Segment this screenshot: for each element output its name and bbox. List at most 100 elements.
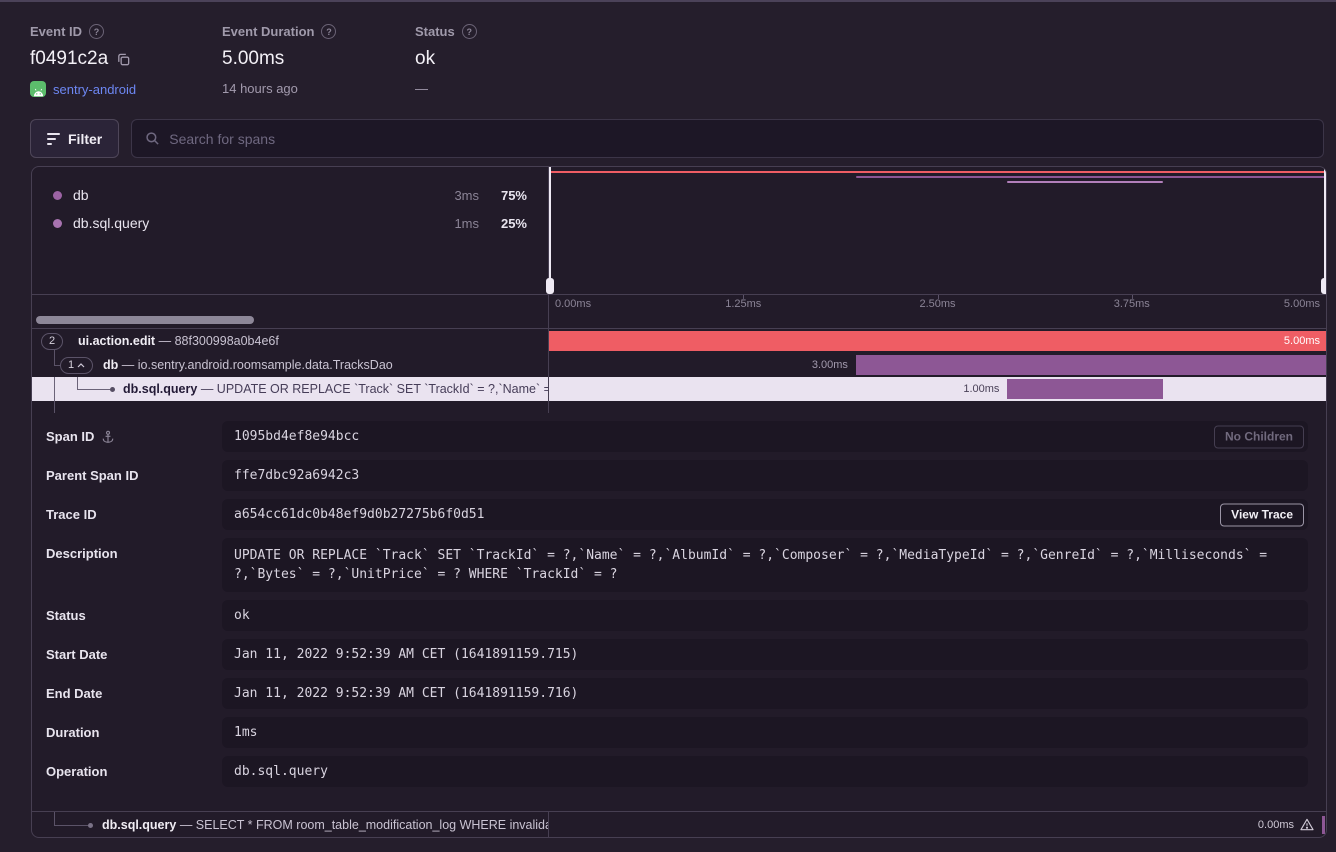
span-row-ui-action-edit[interactable]: 2 ui.action.edit — 88f300998a0b4e6f 5.00… <box>32 329 1326 353</box>
tree-connector <box>54 812 55 826</box>
span-duration-bar[interactable] <box>856 355 1326 375</box>
detail-label: Trace ID <box>46 507 97 522</box>
event-duration-label-text: Event Duration <box>222 24 314 39</box>
children-count-badge[interactable]: 2 <box>41 333 63 350</box>
tree-connector <box>54 377 55 401</box>
page-top-border <box>0 0 1336 2</box>
project-link[interactable]: sentry-android <box>53 82 136 97</box>
detail-label: Status <box>46 608 86 623</box>
event-id-column: Event ID ? f0491c2a s <box>30 24 136 97</box>
detail-row-description: Description UPDATE OR REPLACE `Track` SE… <box>32 538 1326 592</box>
trace-minimap[interactable] <box>549 167 1326 294</box>
legend-op-name: db <box>73 187 419 203</box>
span-row-db-sql-query-selected[interactable]: db.sql.query — UPDATE OR REPLACE `Track`… <box>32 377 1326 401</box>
legend-op-time: 1ms <box>419 216 479 231</box>
chevron-up-icon <box>77 363 85 368</box>
span-op: ui.action.edit <box>78 334 155 348</box>
axis-label: 3.75ms <box>1114 298 1150 310</box>
axis-label: 1.25ms <box>725 298 761 310</box>
duration-value: 1ms <box>222 717 1308 748</box>
tree-connector <box>54 401 55 413</box>
trace-id-value: a654cc61dc0b48ef9d0b27275b6f0d51 View Tr… <box>222 499 1308 530</box>
copy-icon[interactable] <box>116 52 131 67</box>
detail-label: End Date <box>46 686 102 701</box>
help-icon[interactable]: ? <box>321 24 336 39</box>
warning-icon <box>1300 818 1314 831</box>
event-id-label: Event ID ? <box>30 24 136 39</box>
filter-button-label: Filter <box>68 131 102 147</box>
detail-row-status: Status ok <box>32 600 1326 631</box>
span-row-db-sql-query-select[interactable]: db.sql.query — SELECT * FROM room_table_… <box>32 811 1326 837</box>
minimap-span-ui-action-edit <box>549 171 1326 173</box>
anchor-icon[interactable] <box>101 430 115 447</box>
spans-toolbar: Filter <box>30 119 1324 158</box>
time-axis-row: 0.00ms 1.25ms 2.50ms 3.75ms 5.00ms <box>32 294 1326 312</box>
event-duration-value: 5.00ms <box>222 48 284 70</box>
filter-button[interactable]: Filter <box>30 119 119 158</box>
status-value-box: ok <box>222 600 1308 631</box>
legend-item-db-sql-query[interactable]: db.sql.query 1ms 25% <box>53 209 527 237</box>
legend-item-db[interactable]: db 3ms 75% <box>53 181 527 209</box>
legend-dot-icon <box>53 219 62 228</box>
detail-label: Span ID <box>46 429 94 444</box>
detail-label: Duration <box>46 725 99 740</box>
status-value: ok <box>415 48 435 70</box>
axis-label: 2.50ms <box>919 298 955 310</box>
event-id-value: f0491c2a <box>30 48 108 70</box>
children-count-badge[interactable]: 1 <box>60 357 93 374</box>
tree-scrollbar-thumb[interactable] <box>36 316 254 324</box>
view-trace-button[interactable]: View Trace <box>1220 503 1304 526</box>
tree-connector <box>54 353 55 365</box>
legend-op-percent: 25% <box>479 216 527 231</box>
span-duration-label: 1.00ms <box>963 379 999 399</box>
minimap-span-db <box>856 176 1326 178</box>
detail-label: Start Date <box>46 647 107 662</box>
status-http-code: — <box>415 81 428 96</box>
tree-scrollbar-track <box>32 312 549 328</box>
minimap-left-handle[interactable] <box>549 167 551 294</box>
span-id-value: 1095bd4ef8e94bcc No Children <box>222 421 1308 452</box>
event-duration-label: Event Duration ? <box>222 24 336 39</box>
time-axis: 0.00ms 1.25ms 2.50ms 3.75ms 5.00ms <box>549 295 1326 312</box>
span-details-page: Event ID ? f0491c2a s <box>0 0 1336 852</box>
span-duration-bar[interactable]: 5.00ms <box>549 331 1326 351</box>
tree-connector <box>77 389 110 390</box>
tree-connector <box>54 825 88 826</box>
operations-legend: db 3ms 75% db.sql.query 1ms 25% <box>32 167 549 294</box>
detail-row-trace-id: Trace ID a654cc61dc0b48ef9d0b27275b6f0d5… <box>32 499 1326 530</box>
filter-icon <box>47 133 60 145</box>
minimap-span-db-sql-query <box>1007 181 1162 183</box>
detail-row-end-date: End Date Jan 11, 2022 9:52:39 AM CET (16… <box>32 678 1326 709</box>
search-icon <box>145 131 160 146</box>
legend-dot-icon <box>53 191 62 200</box>
axis-label: 5.00ms <box>1284 298 1320 310</box>
minimap-section: db 3ms 75% db.sql.query 1ms 25% <box>32 167 1326 294</box>
span-duration-label: 3.00ms <box>812 355 848 375</box>
help-icon[interactable]: ? <box>89 24 104 39</box>
start-date-value: Jan 11, 2022 9:52:39 AM CET (1641891159.… <box>222 639 1308 670</box>
span-duration-bar[interactable] <box>1007 379 1162 399</box>
event-id-label-text: Event ID <box>30 24 82 39</box>
span-detail-panel: Span ID 1095bd4ef8e94bcc No Children <box>32 413 1326 811</box>
time-axis-left-spacer <box>32 295 549 312</box>
detail-label: Operation <box>46 764 107 779</box>
legend-op-time: 3ms <box>419 188 479 203</box>
tree-connector <box>77 377 78 389</box>
description-value: UPDATE OR REPLACE `Track` SET `TrackId` … <box>222 538 1308 592</box>
span-op: db.sql.query <box>102 818 176 832</box>
leaf-dot-icon <box>88 823 93 828</box>
status-column: Status ? ok — <box>415 24 477 96</box>
span-row-db[interactable]: 1 db — io.sentry.android.roomsample.data… <box>32 353 1326 377</box>
operation-value: db.sql.query <box>222 756 1308 787</box>
event-duration-column: Event Duration ? 5.00ms 14 hours ago <box>222 24 336 96</box>
detail-row-start-date: Start Date Jan 11, 2022 9:52:39 AM CET (… <box>32 639 1326 670</box>
help-icon[interactable]: ? <box>462 24 477 39</box>
span-desc: 88f300998a0b4e6f <box>175 334 279 348</box>
zero-duration-bar <box>1322 816 1325 834</box>
search-input[interactable] <box>169 131 1310 147</box>
span-waterfall-panel: db 3ms 75% db.sql.query 1ms 25% <box>31 166 1327 838</box>
event-age: 14 hours ago <box>222 81 298 96</box>
detail-row-duration: Duration 1ms <box>32 717 1326 748</box>
tree-scrollbar-row <box>32 312 1326 329</box>
minimap-right-handle[interactable] <box>1324 167 1326 294</box>
